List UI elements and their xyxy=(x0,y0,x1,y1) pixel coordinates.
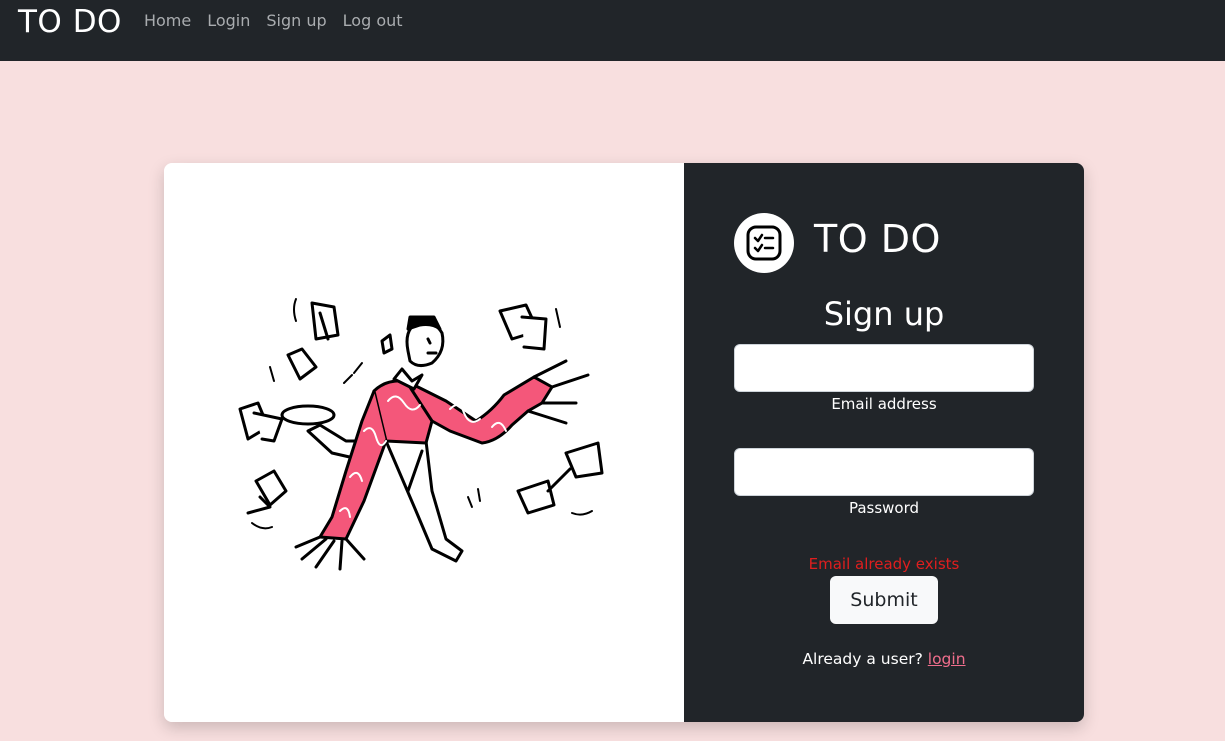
password-label: Password xyxy=(848,499,920,517)
submit-button[interactable]: Submit xyxy=(830,576,938,624)
checklist-icon xyxy=(746,225,782,261)
logo-badge xyxy=(734,213,794,273)
login-prompt: Already a user? login xyxy=(684,650,1084,668)
logo-title: TO DO xyxy=(814,217,941,261)
nav-link-login[interactable]: Login xyxy=(207,12,250,29)
juggling-person-illustration xyxy=(238,298,604,571)
email-label: Email address xyxy=(831,395,937,413)
signup-card: TO DO Sign up Email address Password Ema… xyxy=(164,163,1084,722)
navbar-brand[interactable]: TO DO xyxy=(18,7,122,38)
nav-link-home[interactable]: Home xyxy=(144,12,191,29)
nav-link-logout[interactable]: Log out xyxy=(343,12,403,29)
error-message: Email already exists xyxy=(808,555,960,573)
page-heading: Sign up xyxy=(823,295,945,333)
email-input[interactable] xyxy=(734,344,1034,392)
password-input[interactable] xyxy=(734,448,1034,496)
top-navbar: TO DO Home Login Sign up Log out xyxy=(0,0,1225,61)
signup-form-panel: TO DO Sign up Email address Password Ema… xyxy=(684,163,1084,722)
illustration-panel xyxy=(164,163,684,722)
login-prompt-text: Already a user? xyxy=(802,650,923,668)
login-link[interactable]: login xyxy=(928,650,966,668)
nav-link-signup[interactable]: Sign up xyxy=(266,12,326,29)
